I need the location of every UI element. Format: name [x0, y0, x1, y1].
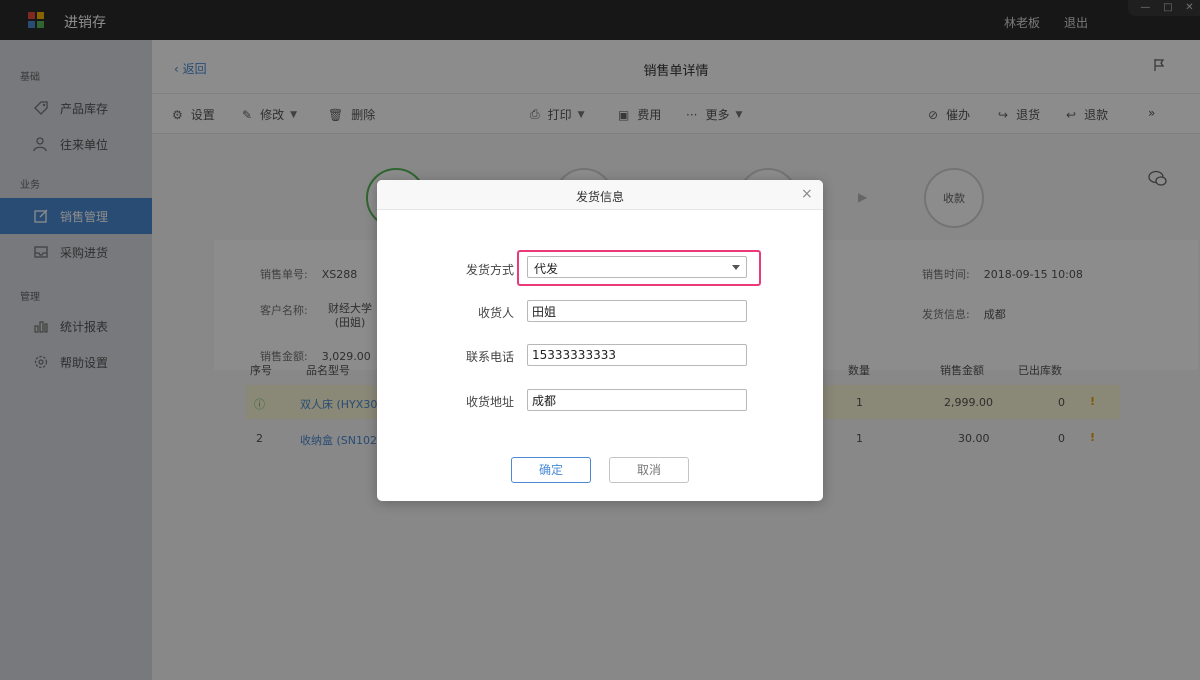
- caret-down-icon: [732, 265, 740, 270]
- address-label: 收货地址: [465, 395, 514, 409]
- receiver-input[interactable]: [527, 300, 747, 322]
- phone-input[interactable]: [527, 344, 747, 366]
- dialog-header: 发货信息 ×: [377, 180, 823, 210]
- close-icon[interactable]: ×: [801, 186, 813, 202]
- confirm-button[interactable]: 确定: [511, 457, 591, 483]
- ship-method-value: 代发: [534, 262, 559, 276]
- cancel-button[interactable]: 取消: [609, 457, 689, 483]
- phone-label: 联系电话: [465, 350, 514, 364]
- dialog-title: 发货信息: [575, 190, 624, 204]
- ship-method-select[interactable]: 代发: [527, 256, 747, 278]
- receiver-label: 收货人: [477, 306, 514, 320]
- ship-method-label: 发货方式: [465, 263, 514, 277]
- address-input[interactable]: [527, 389, 747, 411]
- shipping-info-dialog: 发货信息 × 发货方式 代发 收货人 联系电话 收货地址 确定 取消: [377, 180, 823, 501]
